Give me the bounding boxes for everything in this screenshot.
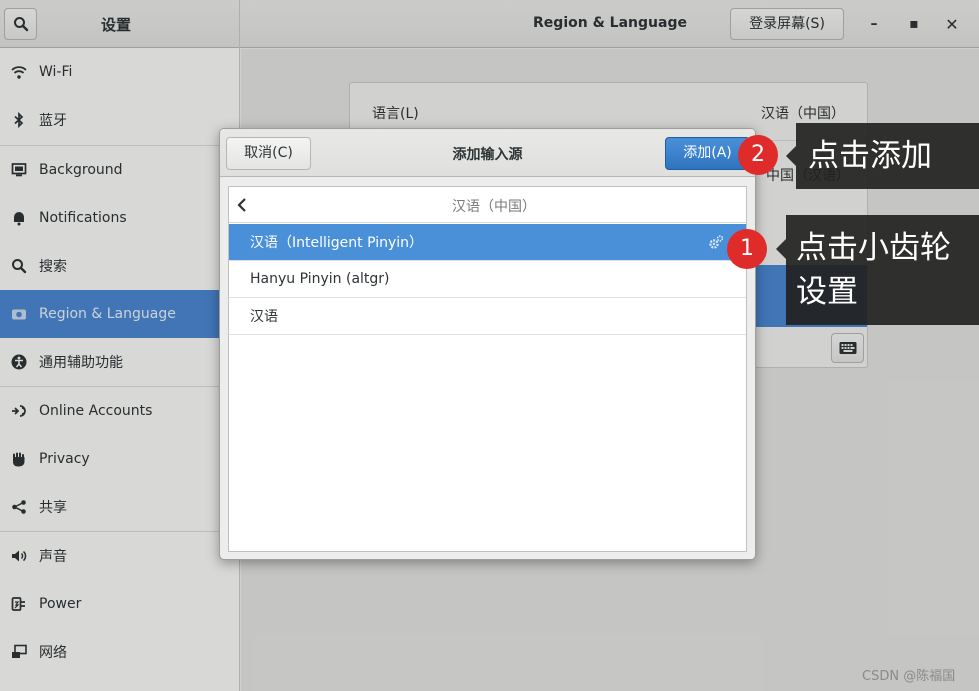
step-badge-1: 1 — [727, 229, 767, 269]
list-item-label: Hanyu Pinyin (altgr) — [250, 271, 390, 287]
gear-icon[interactable] — [708, 234, 724, 250]
callout-click-add: 点击添加 — [786, 123, 979, 189]
input-source-list: 汉语（中国） 汉语（Intelligent Pinyin） Hanyu Piny… — [228, 186, 747, 552]
list-item-hanyu-pinyin-altgr[interactable]: Hanyu Pinyin (altgr) — [229, 261, 746, 298]
callout-click-gear: 点击小齿轮 设置 — [776, 215, 979, 325]
callout-text-line1: 点击小齿轮 — [796, 230, 951, 266]
add-input-source-dialog: 取消(C) 添加输入源 添加(A) 汉语（中国） 汉语（Intelligent … — [219, 128, 756, 560]
callout-text: 点击添加 — [808, 138, 932, 174]
list-item-intelligent-pinyin[interactable]: 汉语（Intelligent Pinyin） — [229, 224, 746, 261]
chevron-left-icon[interactable] — [235, 197, 249, 213]
dialog-title: 添加输入源 — [452, 147, 523, 163]
step-badge-2: 2 — [738, 135, 778, 175]
dialog-header: 取消(C) 添加输入源 添加(A) — [220, 129, 755, 177]
language-group-title: 汉语（中国） — [452, 199, 536, 215]
list-item-label: 汉语 — [250, 309, 278, 325]
back-row[interactable]: 汉语（中国） — [229, 187, 746, 223]
watermark: CSDN @陈福国 — [862, 669, 956, 684]
list-item-label: 汉语（Intelligent Pinyin） — [250, 235, 424, 251]
list-item-hanyu[interactable]: 汉语 — [229, 298, 746, 335]
callout-text-line2: 设置 — [796, 274, 858, 310]
cancel-button[interactable]: 取消(C) — [226, 137, 311, 170]
